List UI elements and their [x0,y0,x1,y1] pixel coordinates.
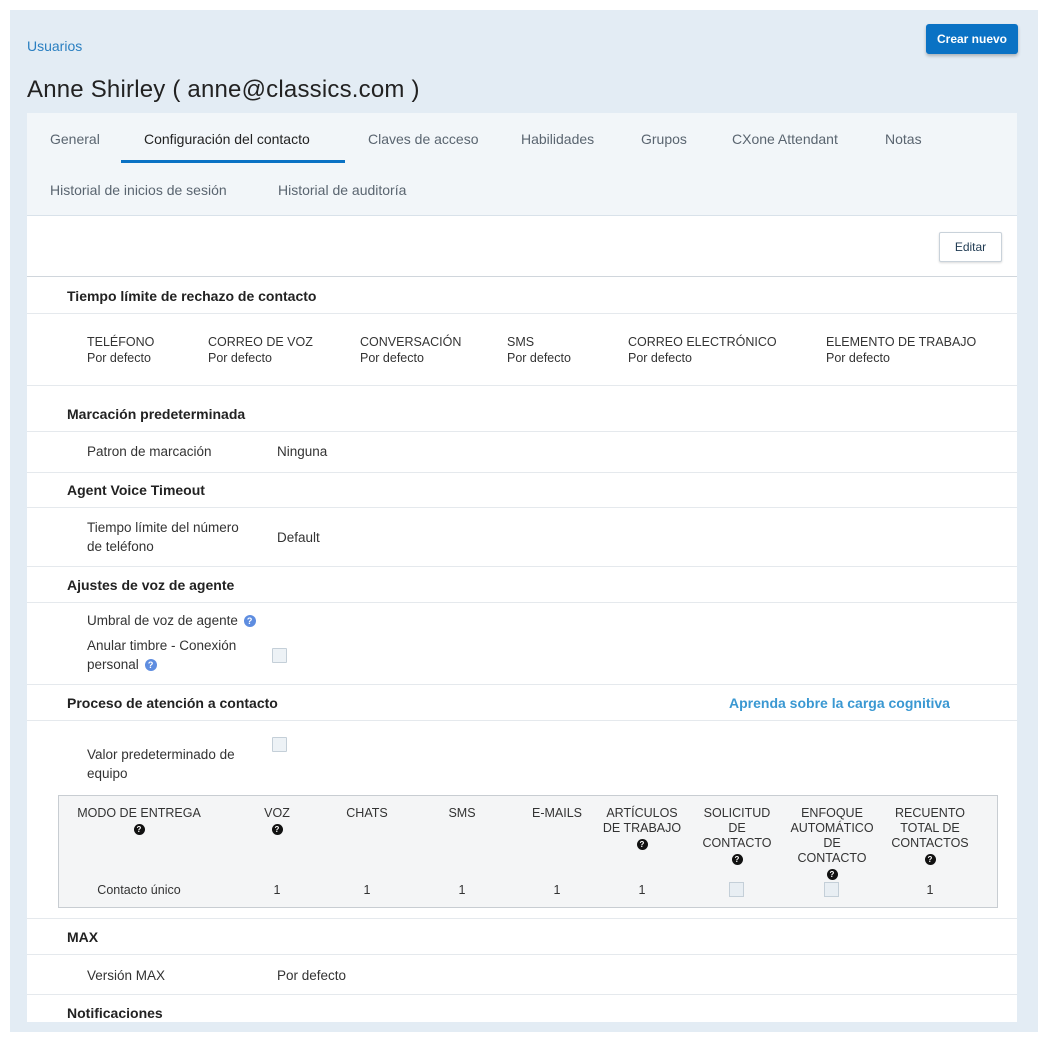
tab-passwords[interactable]: Claves de acceso [368,131,479,147]
cell-delivery-mode: Contacto único [97,883,181,897]
contact-settings-panel: Editar Tiempo límite de rechazo de conta… [27,216,1017,1022]
cell-voice: 1 [273,883,281,897]
page-container: Usuarios Crear nuevo Anne Shirley ( anne… [10,10,1038,1032]
tab-bar: General Configuración del contacto Clave… [27,113,1017,216]
rejection-column-email: CORREO ELECTRÓNICO Por defecto [628,335,777,365]
rejection-column-sms: SMS Por defecto [507,335,571,365]
divider [27,472,1017,473]
phone-timeout-value: Default [277,530,320,545]
section-title-notifications: Notificaciones [67,1005,163,1021]
section-title-contact-handling: Proceso de atención a contacto [67,695,278,711]
page-title: Anne Shirley ( anne@classics.com ) [27,76,420,103]
max-version-label: Versión MAX [87,968,166,983]
divider [27,431,1017,432]
section-title-default-dialing: Marcación predeterminada [67,406,246,422]
phone-timeout-label: Tiempo límite del número de teléfono [87,520,239,554]
column-header-delivery-mode: MODO DE ENTREGA ? [77,806,201,835]
rejection-column-phone: TELÉFONO Por defecto [87,335,155,365]
tab-skills[interactable]: Habilidades [521,131,594,147]
dialing-pattern-label: Patron de marcación [87,444,212,459]
section-title-max: MAX [67,929,99,945]
override-ring-checkbox[interactable] [272,648,287,663]
delivery-mode-table: MODO DE ENTREGA ? VOZ ? CHATS SMS E-MAIL… [58,795,998,908]
divider [27,684,1017,685]
auto-focus-checkbox[interactable] [824,882,839,897]
column-header-voice: VOZ ? [264,806,290,835]
tab-cxone-attendant[interactable]: CXone Attendant [732,131,838,147]
dialing-pattern-value: Ninguna [277,444,328,459]
column-header-total-contacts: RECUENTO TOTAL DE CONTACTOS ? [891,806,969,865]
help-icon[interactable]: ? [636,839,648,850]
active-tab-indicator [121,160,345,163]
breadcrumb-users[interactable]: Usuarios [27,38,82,54]
help-icon[interactable]: ? [826,869,838,880]
cell-chats: 1 [363,883,371,897]
cell-total-contacts: 1 [926,883,934,897]
voice-threshold-label: Umbral de voz de agente ? [87,611,256,630]
divider [27,954,1017,955]
team-default-label: Valor predeterminado de equipo [87,747,235,781]
cognitive-load-link[interactable]: Aprenda sobre la carga cognitiva [729,695,950,711]
cell-sms: 1 [458,883,466,897]
divider [27,566,1017,567]
tab-login-history[interactable]: Historial de inicios de sesión [50,182,227,198]
column-header-sms: SMS [448,806,476,820]
column-header-emails: E-MAILS [531,806,582,820]
tab-contact-settings[interactable]: Configuración del contacto [144,131,310,147]
column-header-work-items: ARTÍCULOS DE TRABAJO ? [602,806,682,850]
section-title-agent-voice-timeout: Agent Voice Timeout [67,482,205,498]
divider [27,918,1017,919]
contact-request-checkbox[interactable] [729,882,744,897]
divider [27,313,1017,314]
divider [27,720,1017,721]
section-title-agent-voice-settings: Ajustes de voz de agente [67,577,235,593]
divider [27,507,1017,508]
help-icon[interactable]: ? [243,615,256,627]
help-icon[interactable]: ? [731,854,743,865]
tab-audit-history[interactable]: Historial de auditoría [278,182,406,198]
tab-notes[interactable]: Notas [885,131,922,147]
help-icon[interactable]: ? [271,824,283,835]
cell-emails: 1 [553,883,561,897]
rejection-column-chat: CONVERSACIÓN Por defecto [360,335,462,365]
column-header-contact-request: SOLICITUD DE CONTACTO ? [702,806,772,865]
tab-general[interactable]: General [50,131,100,147]
column-header-auto-focus: ENFOQUE AUTOMÁTICO DE CONTACTO ? [790,806,874,880]
help-icon[interactable]: ? [133,824,145,835]
edit-button[interactable]: Editar [939,232,1002,262]
section-title-rejection-timeout: Tiempo límite de rechazo de contacto [67,288,317,304]
column-header-chats: CHATS [346,806,388,820]
max-version-value: Por defecto [277,968,347,983]
create-new-button[interactable]: Crear nuevo [926,24,1018,54]
help-icon[interactable]: ? [144,659,157,671]
help-icon[interactable]: ? [924,854,936,865]
divider [27,994,1017,995]
divider [27,276,1017,277]
override-ring-label: Anular timbre - Conexión personal ? [87,638,237,672]
rejection-column-voicemail: CORREO DE VOZ Por defecto [208,335,313,365]
cell-work-items: 1 [638,883,646,897]
tab-groups[interactable]: Grupos [641,131,687,147]
team-default-checkbox[interactable] [272,737,287,752]
rejection-column-work-item: ELEMENTO DE TRABAJO Por defecto [826,335,977,365]
divider [27,602,1017,603]
divider [27,385,1017,386]
